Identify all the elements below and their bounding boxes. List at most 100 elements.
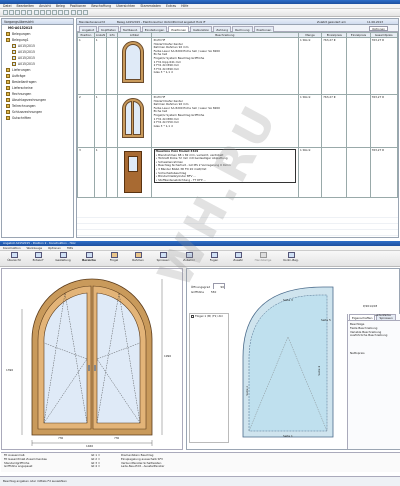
folder-icon xyxy=(6,32,10,36)
tab-calculation[interactable]: Kalkulation xyxy=(190,26,213,32)
mail-icon[interactable] xyxy=(76,10,82,15)
document-icon xyxy=(12,56,16,60)
side-label-3: Seite 3 xyxy=(283,299,293,302)
menu-document[interactable]: Beleg xyxy=(56,4,65,8)
door-thumbnail xyxy=(116,147,152,198)
dim-sub1: 730 xyxy=(58,437,64,440)
side-label-2: Seite 2 xyxy=(246,386,250,396)
handle-height-label: Griffhöhe xyxy=(191,290,204,294)
folder-icon xyxy=(6,38,10,42)
folder-icon xyxy=(6,86,10,90)
menu-masterdata[interactable]: Stammdaten xyxy=(140,4,161,8)
table-row[interactable]: 3 1 Haustüre Holz Modell 3329 • Blendrahm… xyxy=(77,147,399,198)
menu-view[interactable]: Ansicht xyxy=(39,4,51,8)
tab-invoice[interactable]: Rechnung xyxy=(232,26,253,32)
copy-icon[interactable] xyxy=(33,10,39,15)
dim-height: 1990 xyxy=(164,355,172,358)
menu-file[interactable]: Datei xyxy=(3,4,12,8)
document-panel: Mandantenansicht Beleg A0152015 - Elektr… xyxy=(76,18,399,238)
menu-construction[interactable]: Konstruktion xyxy=(3,246,21,250)
document-icon xyxy=(12,50,16,54)
menu-edit[interactable]: Bearbeiten xyxy=(17,4,35,8)
folder-icon xyxy=(6,104,10,108)
folder-icon xyxy=(6,92,10,96)
table-filler xyxy=(77,212,398,237)
new-icon[interactable] xyxy=(2,10,8,15)
menu-help[interactable]: Hilfe xyxy=(181,4,188,8)
overview-panel: Vorgangsübersicht MG-A0152015 Belegungen… xyxy=(1,18,74,238)
top-toolbar xyxy=(0,9,400,17)
document-icon xyxy=(12,62,16,66)
right-tab-paint[interactable]: Ladenfarbe xyxy=(375,314,391,317)
side-label-4: Seite 4 xyxy=(318,366,322,376)
tool-areas[interactable]: Bereiche xyxy=(76,252,102,266)
paste-icon[interactable] xyxy=(39,10,45,15)
status-code: P/2014/03 xyxy=(363,305,378,308)
tab-settings[interactable]: Einstellungen xyxy=(141,26,168,32)
sash-tree: Flügel 1 (B) (F1) dkl xyxy=(189,313,229,443)
menu-procurement[interactable]: Beschaffung xyxy=(91,4,111,8)
print-icon[interactable] xyxy=(21,10,27,15)
folder-icon xyxy=(6,80,10,84)
tree-item[interactable]: Gutschriften xyxy=(2,115,73,121)
cut-icon[interactable] xyxy=(27,10,33,15)
tab-positions-2[interactable]: Positionen xyxy=(253,26,275,32)
col-qty[interactable]: Anzahl xyxy=(93,32,108,38)
document-icon xyxy=(12,44,16,48)
tool-handle[interactable]: Handstellge xyxy=(250,252,276,266)
tab-text[interactable]: Textbaust. xyxy=(119,26,141,32)
window-thumbnail xyxy=(116,94,152,148)
menu-positions[interactable]: Positionen xyxy=(70,4,86,8)
menu-overviews[interactable]: Übersichten xyxy=(116,4,135,8)
table-row[interactable]: 1 1 Profil HF Holzart Kiefer Kantel Rahmen… xyxy=(77,37,399,95)
redo-icon[interactable] xyxy=(52,10,58,15)
tab-positions[interactable]: Positionen xyxy=(168,26,190,32)
positions-table: Position Anzahl Info Artikel Beschreibun… xyxy=(77,32,399,198)
tool-joints[interactable]: Fugen xyxy=(202,252,226,266)
folder-icon xyxy=(6,116,10,120)
tab-header-data[interactable]: Kopfdaten xyxy=(98,26,119,32)
save-icon[interactable] xyxy=(14,10,20,15)
dim-width: 1460 xyxy=(86,445,94,448)
tool-overview[interactable]: Übersicht xyxy=(2,252,26,266)
tool-contour[interactable]: Kontr.-Beg. xyxy=(276,252,306,266)
properties-panel: Eigenschaften Sprossen Beschläge Feste Be… xyxy=(347,314,400,449)
dim-sub2: 730 xyxy=(114,437,120,440)
table-row[interactable]: 2 1 Profil HF Holzart Kiefer Kantel Rahmen… xyxy=(77,94,399,148)
menu-extras[interactable]: Extras xyxy=(166,4,176,8)
tool-sash[interactable]: Flügel xyxy=(102,252,126,266)
open-icon[interactable] xyxy=(8,10,14,15)
detailed-description-label[interactable]: Ausführliche Beschreibung xyxy=(350,334,398,338)
sash-panel: Öffnungsgrad 90 Griffhöhe 550 Flügel 1 (… xyxy=(186,268,400,450)
tool-frame[interactable]: Rahmen xyxy=(126,252,150,266)
tool-bars[interactable]: Sprossen xyxy=(150,252,176,266)
folder-icon xyxy=(6,74,10,78)
refresh-icon[interactable] xyxy=(64,10,70,15)
menu-help-2[interactable]: Hilfe xyxy=(67,246,73,250)
find-icon[interactable] xyxy=(58,10,64,15)
help-icon[interactable] xyxy=(83,10,89,15)
folder-icon xyxy=(6,68,10,72)
window-thumbnail xyxy=(116,37,152,95)
menu-options[interactable]: Optionen xyxy=(48,246,61,250)
checkbox-icon[interactable] xyxy=(191,315,194,319)
side-label-5: Seite 5 xyxy=(321,319,331,322)
tool-design[interactable]: Gestaltung xyxy=(50,252,76,266)
dim-left: 1390 xyxy=(6,369,14,372)
status-bar: Beschlag angeben oder mittels Fd auswähl… xyxy=(0,476,400,486)
menu-tools[interactable]: Werkzeuge xyxy=(27,246,43,250)
calc-icon[interactable] xyxy=(70,10,76,15)
legend-area: Fit Aussenmaß Fit Gesamtmaß Zusammenbau … xyxy=(1,452,400,472)
tool-accessories[interactable]: Zubehör xyxy=(176,252,202,266)
handle-height-value: 550 xyxy=(210,290,217,294)
tool-extra[interactable]: Zusatz xyxy=(226,252,250,266)
sash-tree-item[interactable]: Flügel 1 (B) (F1) dkl xyxy=(190,314,228,319)
folder-icon xyxy=(6,98,10,102)
undo-icon[interactable] xyxy=(45,10,51,15)
drawing-canvas[interactable]: 1460 1990 1390 730 730 xyxy=(1,268,183,450)
tool-draft[interactable]: Entwurf xyxy=(26,252,50,266)
tab-payment[interactable]: Zahlung xyxy=(213,26,232,32)
tab-properties[interactable]: Eigenschaften xyxy=(349,314,376,320)
tab-offer[interactable]: Angebot xyxy=(79,26,98,32)
options-button[interactable]: Optionen xyxy=(369,26,388,31)
